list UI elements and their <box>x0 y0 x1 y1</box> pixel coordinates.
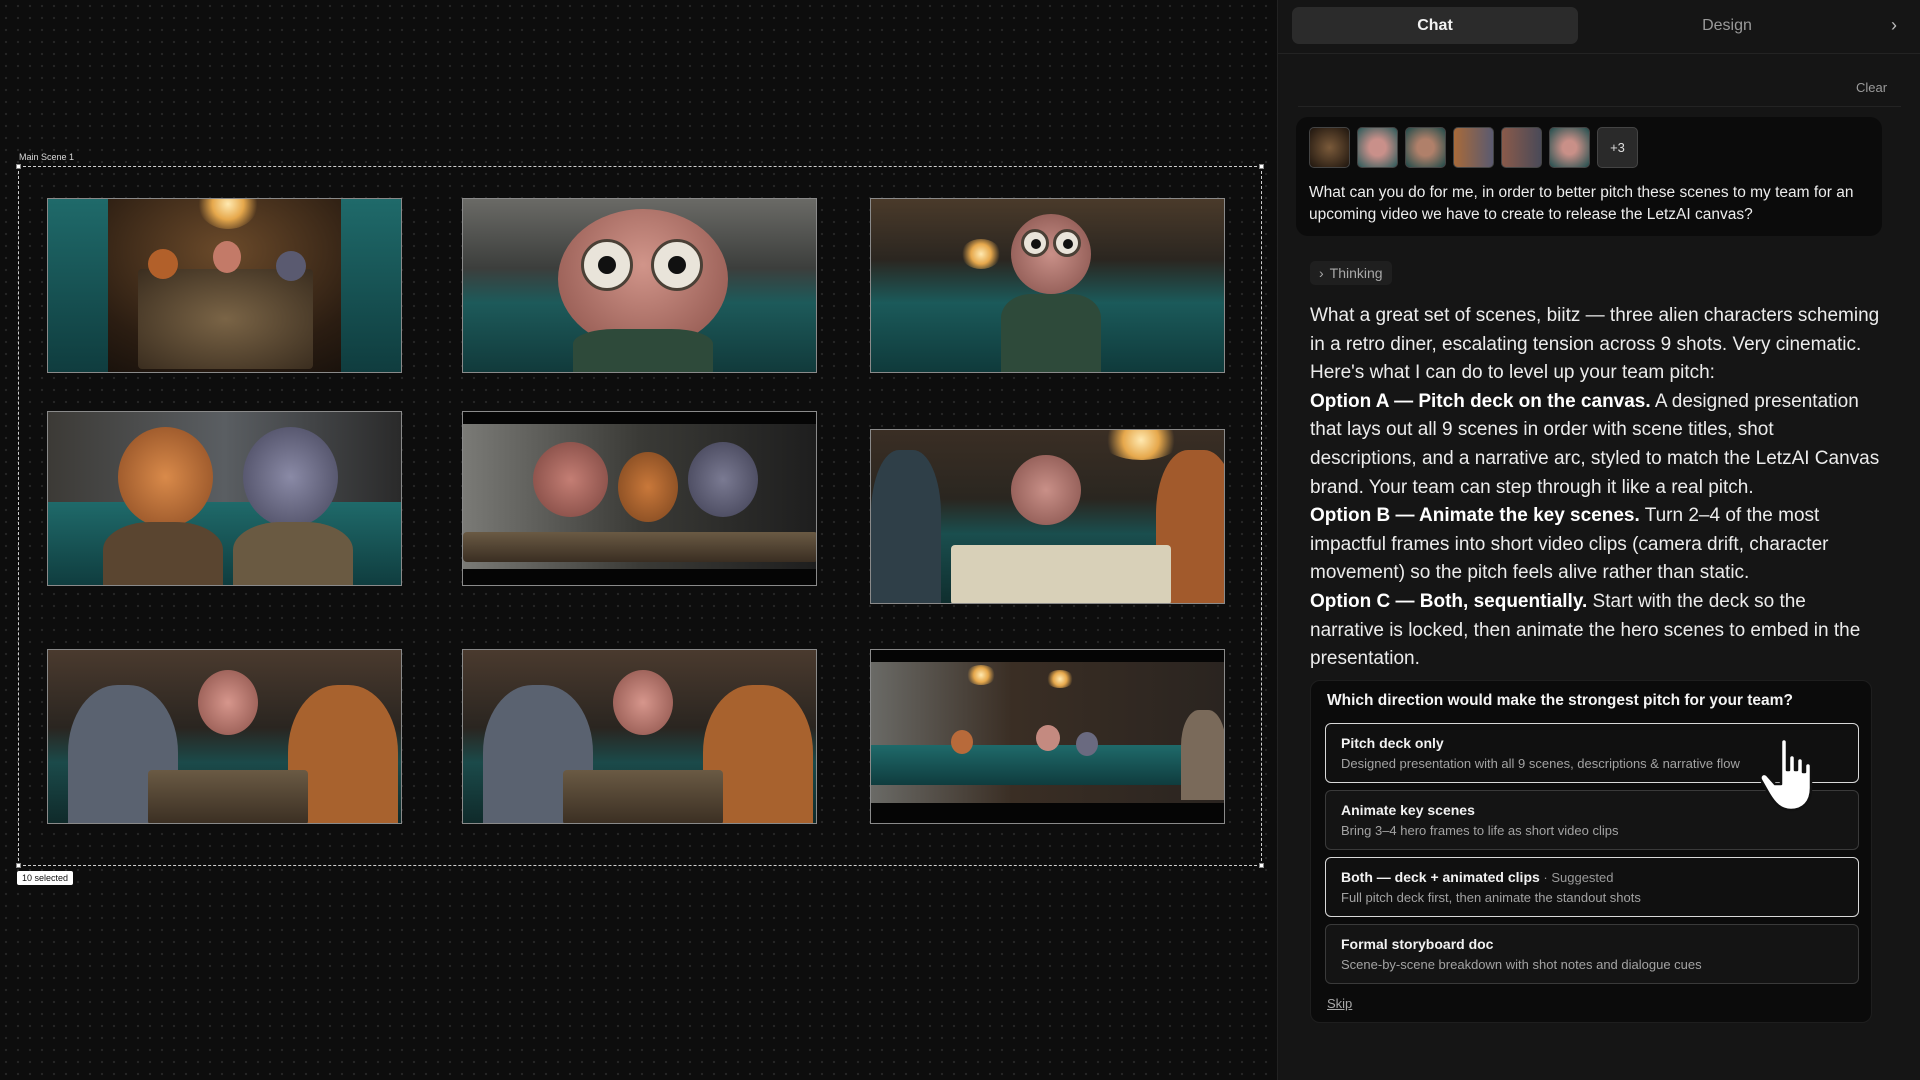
option-b-title: Option B — Animate the key scenes. <box>1310 505 1640 527</box>
tab-design[interactable]: Design <box>1584 7 1870 44</box>
panel-tabs: Chat Design <box>1292 7 1870 44</box>
option-title: Formal storyboard doc <box>1341 936 1494 952</box>
scene-image-1[interactable] <box>47 198 402 373</box>
selection-count-badge: 10 selected <box>17 871 74 885</box>
scene-image-6[interactable] <box>870 429 1225 604</box>
scene-image-4[interactable] <box>47 411 402 586</box>
reply-intro: What a great set of scenes, biitz — thre… <box>1310 305 1880 384</box>
scene-image-7[interactable] <box>47 649 402 824</box>
option-c-title: Option C — Both, sequentially. <box>1310 590 1588 612</box>
resize-handle-bottom-right[interactable] <box>1259 863 1264 868</box>
attachment-thumb[interactable] <box>1357 127 1398 168</box>
attachment-thumb[interactable] <box>1549 127 1590 168</box>
suggested-tag: · Suggested <box>1539 870 1614 885</box>
resize-handle-top-left[interactable] <box>16 164 21 169</box>
option-desc: Scene-by-scene breakdown with shot notes… <box>1341 957 1702 972</box>
option-both-deck-and-clips[interactable]: Both — deck + animated clips · Suggested… <box>1325 857 1859 917</box>
toolbar-divider <box>1298 106 1901 107</box>
scene-image-8[interactable] <box>462 649 817 824</box>
hand-cursor-icon <box>1759 737 1813 812</box>
thinking-label: Thinking <box>1329 265 1383 281</box>
header-divider <box>1278 53 1920 54</box>
scene-image-5[interactable] <box>462 411 817 586</box>
user-message-text: What can you do for me, in order to bett… <box>1309 184 1854 223</box>
scene-image-3[interactable] <box>870 198 1225 373</box>
design-canvas[interactable]: Main Scene 1 10 selected <box>0 0 1277 1080</box>
skip-link[interactable]: Skip <box>1327 996 1352 1011</box>
chevron-right-icon[interactable]: › <box>1883 14 1905 36</box>
question-title: Which direction would make the strongest… <box>1327 692 1793 709</box>
attachment-thumb[interactable] <box>1453 127 1494 168</box>
attachment-thumb[interactable] <box>1501 127 1542 168</box>
more-attachments-button[interactable]: +3 <box>1597 127 1638 168</box>
option-desc: Bring 3–4 hero frames to life as short v… <box>1341 823 1619 838</box>
resize-handle-bottom-left[interactable] <box>16 863 21 868</box>
option-a-title: Option A — Pitch deck on the canvas. <box>1310 390 1651 412</box>
chevron-right-icon: › <box>1319 265 1324 281</box>
option-formal-storyboard-doc[interactable]: Formal storyboard doc Scene-by-scene bre… <box>1325 924 1859 984</box>
attachment-thumb[interactable] <box>1309 127 1350 168</box>
user-message: +3 What can you do for me, in order to b… <box>1296 117 1882 236</box>
frame-label: Main Scene 1 <box>19 152 75 162</box>
option-title: Both — deck + animated clips <box>1341 869 1540 885</box>
assistant-reply: What a great set of scenes, biitz — thre… <box>1310 302 1885 674</box>
attachment-thumbnails: +3 <box>1309 127 1869 168</box>
scene-image-2[interactable] <box>462 198 817 373</box>
option-desc: Full pitch deck first, then animate the … <box>1341 890 1641 905</box>
scene-image-9[interactable] <box>870 649 1225 824</box>
resize-handle-top-right[interactable] <box>1259 164 1264 169</box>
attachment-thumb[interactable] <box>1405 127 1446 168</box>
assistant-panel: Chat Design › Clear +3 What can you do f… <box>1277 0 1920 1080</box>
tab-chat[interactable]: Chat <box>1292 7 1578 44</box>
question-card: Which direction would make the strongest… <box>1310 680 1872 1023</box>
thinking-toggle[interactable]: › Thinking <box>1310 261 1392 285</box>
clear-chat-button[interactable]: Clear <box>1856 80 1887 95</box>
